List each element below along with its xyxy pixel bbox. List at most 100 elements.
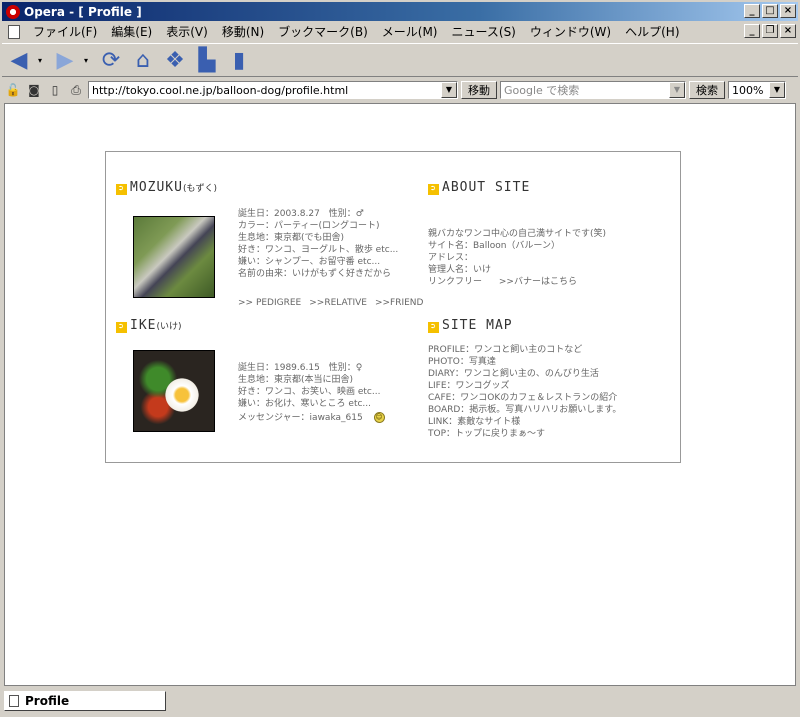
page-content: ➲ MOZUKU (もずく) 誕生日：2003.8.27 性別：♂ カラー：パー…: [4, 103, 796, 686]
sitemap-link[interactable]: LINK：素敵なサイト様: [428, 416, 621, 428]
arrow-icon: ➲: [116, 184, 127, 195]
main-toolbar: ◀ ▾ ▶ ▾ ⟳ ⌂ ❖ ▙ ▮: [2, 43, 798, 77]
sitemap-life[interactable]: LIFE：ワンコグッズ: [428, 380, 621, 392]
mozuku-name-origin: 名前の由来：いけがもずく好きだから: [238, 269, 392, 279]
ike-messenger: メッセンジャー：iawaka_615: [238, 413, 363, 423]
zoom-select[interactable]: 100% ▼: [728, 81, 786, 99]
sitemap-photo[interactable]: PHOTO：写真達: [428, 356, 621, 368]
mozuku-birthday: 誕生日：2003.8.27 性別：♂: [238, 209, 364, 219]
zoom-value: 100%: [732, 83, 764, 97]
address-input[interactable]: http://tokyo.cool.ne.jp/balloon-dog/prof…: [88, 81, 458, 99]
reload-icon[interactable]: ⟳: [98, 47, 124, 73]
search-button[interactable]: 検索: [689, 81, 725, 99]
ike-photo: [133, 350, 215, 432]
sitemap-diary[interactable]: DIARY：ワンコと飼い主の、のんびり生活: [428, 368, 621, 380]
mozuku-habitat: 生息地：東京都(でも田舎): [238, 233, 345, 243]
back-arrow-icon[interactable]: ◀: [6, 47, 32, 73]
about-description: 親バカなワンコ中心の自己満サイトです(笑): [428, 229, 607, 239]
about-title: ABOUT SITE: [442, 180, 531, 195]
mozuku-heading: ➲ MOZUKU (もずく): [116, 180, 217, 195]
mdi-restore-button[interactable]: ❐: [762, 24, 778, 38]
menu-help[interactable]: ヘルプ(H): [618, 23, 686, 40]
zoom-dropdown-icon[interactable]: ▼: [769, 82, 785, 98]
ike-likes: 好き：ワンコ、お笑い、映画 etc...: [238, 387, 381, 397]
ike-dislikes: 嫌い：お化け、寒いところ etc...: [238, 399, 372, 409]
ike-heading: ➲ IKE (いけ): [116, 318, 182, 333]
menu-view[interactable]: 表示(V): [159, 23, 215, 40]
ike-name: IKE: [130, 318, 157, 333]
title-bar: Opera - [ Profile ] _ □ ×: [2, 2, 798, 21]
menu-file[interactable]: ファイル(F): [26, 23, 104, 40]
print-icon[interactable]: ▙: [194, 47, 220, 73]
banner-link[interactable]: >>バナーはこちら: [499, 277, 577, 287]
about-site-name: サイト名：Balloon（バルーン）: [428, 241, 560, 251]
menu-edit[interactable]: 編集(E): [104, 23, 159, 40]
mozuku-dislikes: 嫌い：シャンプー、お留守番 etc...: [238, 257, 381, 267]
ike-info: 誕生日：1989.6.15 性別：♀ 生息地：東京都(本当に田舎) 好き：ワンコ…: [238, 362, 385, 424]
opera-logo-icon: [6, 4, 20, 19]
mozuku-reading: (もずく): [182, 184, 217, 194]
menu-bookmarks[interactable]: ブックマーク(B): [271, 23, 375, 40]
friend-link[interactable]: >>FRIEND: [375, 298, 424, 308]
sitemap-heading: ➲ SITE MAP: [428, 318, 513, 333]
about-heading: ➲ ABOUT SITE: [428, 180, 530, 195]
arrow-icon: ➲: [428, 322, 439, 333]
print-small-icon[interactable]: ⎙: [67, 81, 85, 99]
sitemap-board[interactable]: BOARD：掲示板。写真ハリハリお願いします。: [428, 404, 621, 416]
about-info: 親バカなワンコ中心の自己満サイトです(笑) サイト名：Balloon（バルーン）…: [428, 228, 606, 288]
link-free-text: リンクフリー: [428, 277, 483, 287]
menu-window[interactable]: ウィンドウ(W): [523, 23, 618, 40]
mdi-close-button[interactable]: ×: [780, 24, 796, 38]
status-bar: Profile: [2, 689, 798, 713]
tab-label: Profile: [25, 694, 70, 708]
ike-reading: (いけ): [156, 322, 182, 332]
search-placeholder: Google で検索: [504, 84, 580, 97]
document-icon[interactable]: [8, 24, 20, 39]
minimize-button[interactable]: _: [744, 4, 760, 18]
about-admin: 管理人名：いけ: [428, 265, 492, 275]
sitemap-list: PROFILE：ワンコと飼い主のコトなど PHOTO：写真達 DIARY：ワンコ…: [428, 344, 621, 440]
relative-link[interactable]: >>RELATIVE: [309, 298, 367, 308]
page-icon[interactable]: ▮: [226, 47, 252, 73]
menu-navigate[interactable]: 移動(N): [215, 23, 271, 40]
address-dropdown-icon[interactable]: ▼: [441, 82, 457, 98]
mozuku-links: >> PEDIGREE >>RELATIVE >>FRIEND: [238, 298, 423, 308]
camera-icon[interactable]: ◙: [25, 81, 43, 99]
hotlist-icon[interactable]: ❖: [162, 47, 188, 73]
mozuku-info: 誕生日：2003.8.27 性別：♂ カラー：パーティー(ロングコート) 生息地…: [238, 208, 398, 280]
mozuku-photo: [133, 216, 215, 298]
sitemap-cafe[interactable]: CAFE：ワンコOKのカフェ＆レストランの紹介: [428, 392, 621, 404]
profile-panel: ➲ MOZUKU (もずく) 誕生日：2003.8.27 性別：♂ カラー：パー…: [105, 151, 681, 463]
forward-arrow-icon[interactable]: ▶: [52, 47, 78, 73]
about-address: アドレス：: [428, 253, 474, 263]
search-input[interactable]: Google で検索 ▼: [500, 81, 686, 99]
ike-birthday: 誕生日：1989.6.15 性別：♀: [238, 363, 363, 373]
pedigree-link[interactable]: >> PEDIGREE: [238, 298, 301, 308]
window-title: Opera - [ Profile ]: [24, 4, 142, 19]
lock-icon[interactable]: 🔓: [4, 81, 22, 99]
arrow-icon: ➲: [428, 184, 439, 195]
home-icon[interactable]: ⌂: [130, 47, 156, 73]
mdi-minimize-button[interactable]: _: [744, 24, 760, 38]
page-tab[interactable]: Profile: [4, 691, 166, 711]
arrow-icon: ➲: [116, 322, 127, 333]
search-dropdown-icon[interactable]: ▼: [669, 82, 685, 98]
ike-habitat: 生息地：東京都(本当に田舎): [238, 375, 354, 385]
menu-bar: ファイル(F) 編集(E) 表示(V) 移動(N) ブックマーク(B) メール(…: [2, 22, 798, 41]
opera-window: Opera - [ Profile ] _ □ × ファイル(F) 編集(E) …: [0, 0, 800, 717]
smiley-icon: ☺: [373, 412, 385, 423]
sitemap-top[interactable]: TOP：トップに戻りまぁ～す: [428, 428, 621, 440]
address-bar: 🔓 ◙ ▯ ⎙ http://tokyo.cool.ne.jp/balloon-…: [2, 79, 798, 101]
forward-dropdown-icon[interactable]: ▾: [84, 56, 92, 65]
go-button[interactable]: 移動: [461, 81, 497, 99]
close-button[interactable]: ×: [780, 4, 796, 18]
address-url: http://tokyo.cool.ne.jp/balloon-dog/prof…: [92, 83, 349, 97]
menu-mail[interactable]: メール(M): [375, 23, 445, 40]
sitemap-profile[interactable]: PROFILE：ワンコと飼い主のコトなど: [428, 344, 621, 356]
sitemap-title: SITE MAP: [442, 318, 513, 333]
new-page-icon[interactable]: ▯: [46, 81, 64, 99]
maximize-button[interactable]: □: [762, 4, 778, 18]
mozuku-likes: 好き：ワンコ、ヨーグルト、散歩 etc...: [238, 245, 399, 255]
menu-news[interactable]: ニュース(S): [444, 23, 522, 40]
back-dropdown-icon[interactable]: ▾: [38, 56, 46, 65]
